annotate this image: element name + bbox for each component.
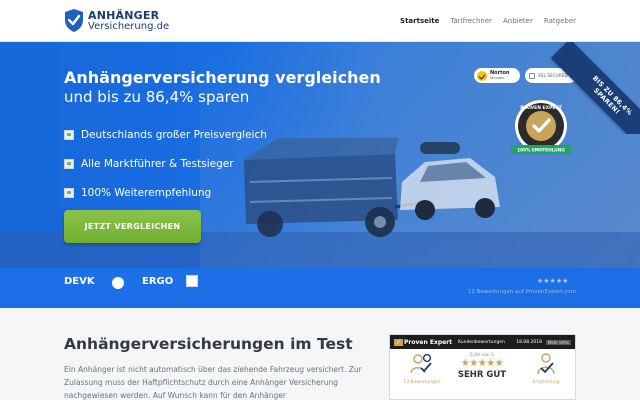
nav-anbieter[interactable]: Anbieter (503, 17, 533, 25)
compare-now-button[interactable]: JETZT VERGLEICHEN (64, 210, 201, 243)
proven-expert-widget[interactable]: ✓ Proven Expert Kundenbewertungen 18.08.2… (389, 334, 576, 400)
nav-tarifrechner[interactable]: Tarifrechner (450, 17, 492, 25)
content-section: Anhängerversicherungen im Test Ein Anhän… (0, 308, 640, 400)
norton-sublabel: SECURED (490, 75, 505, 80)
logo-wordmark-top: ANHÄNGER (88, 8, 160, 22)
insurer-logo-circle (112, 277, 124, 289)
widget-score-col: 5,00 von 5 ★★★★★ SEHR GUT (450, 353, 514, 380)
badge-recommend: 100% EMPFEHLUNG (517, 148, 565, 154)
site-header: ANHÄNGER Versicherung.de Startseite Tari… (0, 0, 640, 42)
lock-icon (529, 72, 535, 79)
widget-review-count: 13 Bewertungen (403, 380, 441, 385)
insurer-logo-devk: DEVK (64, 276, 95, 287)
widget-title: Kundenbewertungen (458, 339, 505, 345)
widget-recommend-col: Empfehlung (524, 353, 568, 385)
rating-stars: ★★★★★ (537, 277, 569, 285)
savings-ribbon: BIS ZU 86,4% SPAREN! (548, 42, 640, 134)
widget-reviews-col: 13 Bewertungen (400, 353, 444, 385)
insurer-logos-strip: DEVK ERGO ★★★★★ 13 Bewertungen auf Prove… (0, 268, 640, 308)
image-icon (64, 187, 74, 198)
checkmark-icon (477, 70, 487, 81)
logo-wordmark-bottom: Versicherung.de (88, 20, 170, 32)
benefit-item: Alle Marktführer & Testsieger (64, 149, 267, 178)
widget-grade: SEHR GUT (457, 370, 507, 380)
nav-ratgeber[interactable]: Ratgeber (544, 17, 576, 25)
insurer-logo-square (186, 275, 198, 287)
benefit-item: Deutschlands großer Preisvergleich (64, 120, 267, 149)
benefit-item: 100% Weiterempfehlung (64, 178, 267, 207)
reviews-link[interactable]: 13 Bewertungen auf ProvenExpert.com (468, 289, 576, 295)
section-paragraph: Ein Anhänger ist nicht automatisch über … (64, 365, 362, 400)
image-icon (64, 129, 74, 140)
hero-subtitle: und bis zu 86,4% sparen (64, 88, 250, 106)
shield-check-icon (65, 9, 83, 32)
nav-startseite[interactable]: Startseite (400, 17, 439, 25)
widget-stars: ★★★★★ (460, 358, 504, 369)
benefit-text: 100% Weiterempfehlung (81, 186, 212, 199)
hero-title: Anhängerversicherung vergleichen (64, 68, 381, 87)
norton-seal[interactable]: Norton SECURED (474, 68, 520, 83)
users-check-icon (410, 353, 432, 374)
widget-date: 18.08.2018 (516, 339, 542, 345)
insurer-logo-ergo: ERGO (142, 276, 174, 287)
main-nav: Startseite Tarifrechner Anbieter Ratgebe… (400, 17, 576, 25)
site-logo[interactable]: ANHÄNGER Versicherung.de (64, 8, 169, 33)
image-icon (64, 158, 74, 169)
widget-brand: ✓ Proven Expert (394, 338, 453, 346)
hero-section: Anhängerversicherung vergleichen und bis… (0, 42, 640, 268)
benefit-text: Deutschlands großer Preisvergleich (81, 128, 267, 141)
widget-more-info[interactable]: Mehr Infos (545, 339, 571, 345)
benefit-text: Alle Marktführer & Testsieger (81, 157, 234, 170)
widget-recommend: Empfehlung (532, 380, 560, 385)
widget-header: ✓ Proven Expert Kundenbewertungen 18.08.2… (390, 335, 575, 349)
section-heading: Anhängerversicherungen im Test (64, 335, 353, 353)
hero-benefits-list: Deutschlands großer Preisvergleich Alle … (64, 120, 267, 207)
person-check-icon (537, 353, 555, 375)
